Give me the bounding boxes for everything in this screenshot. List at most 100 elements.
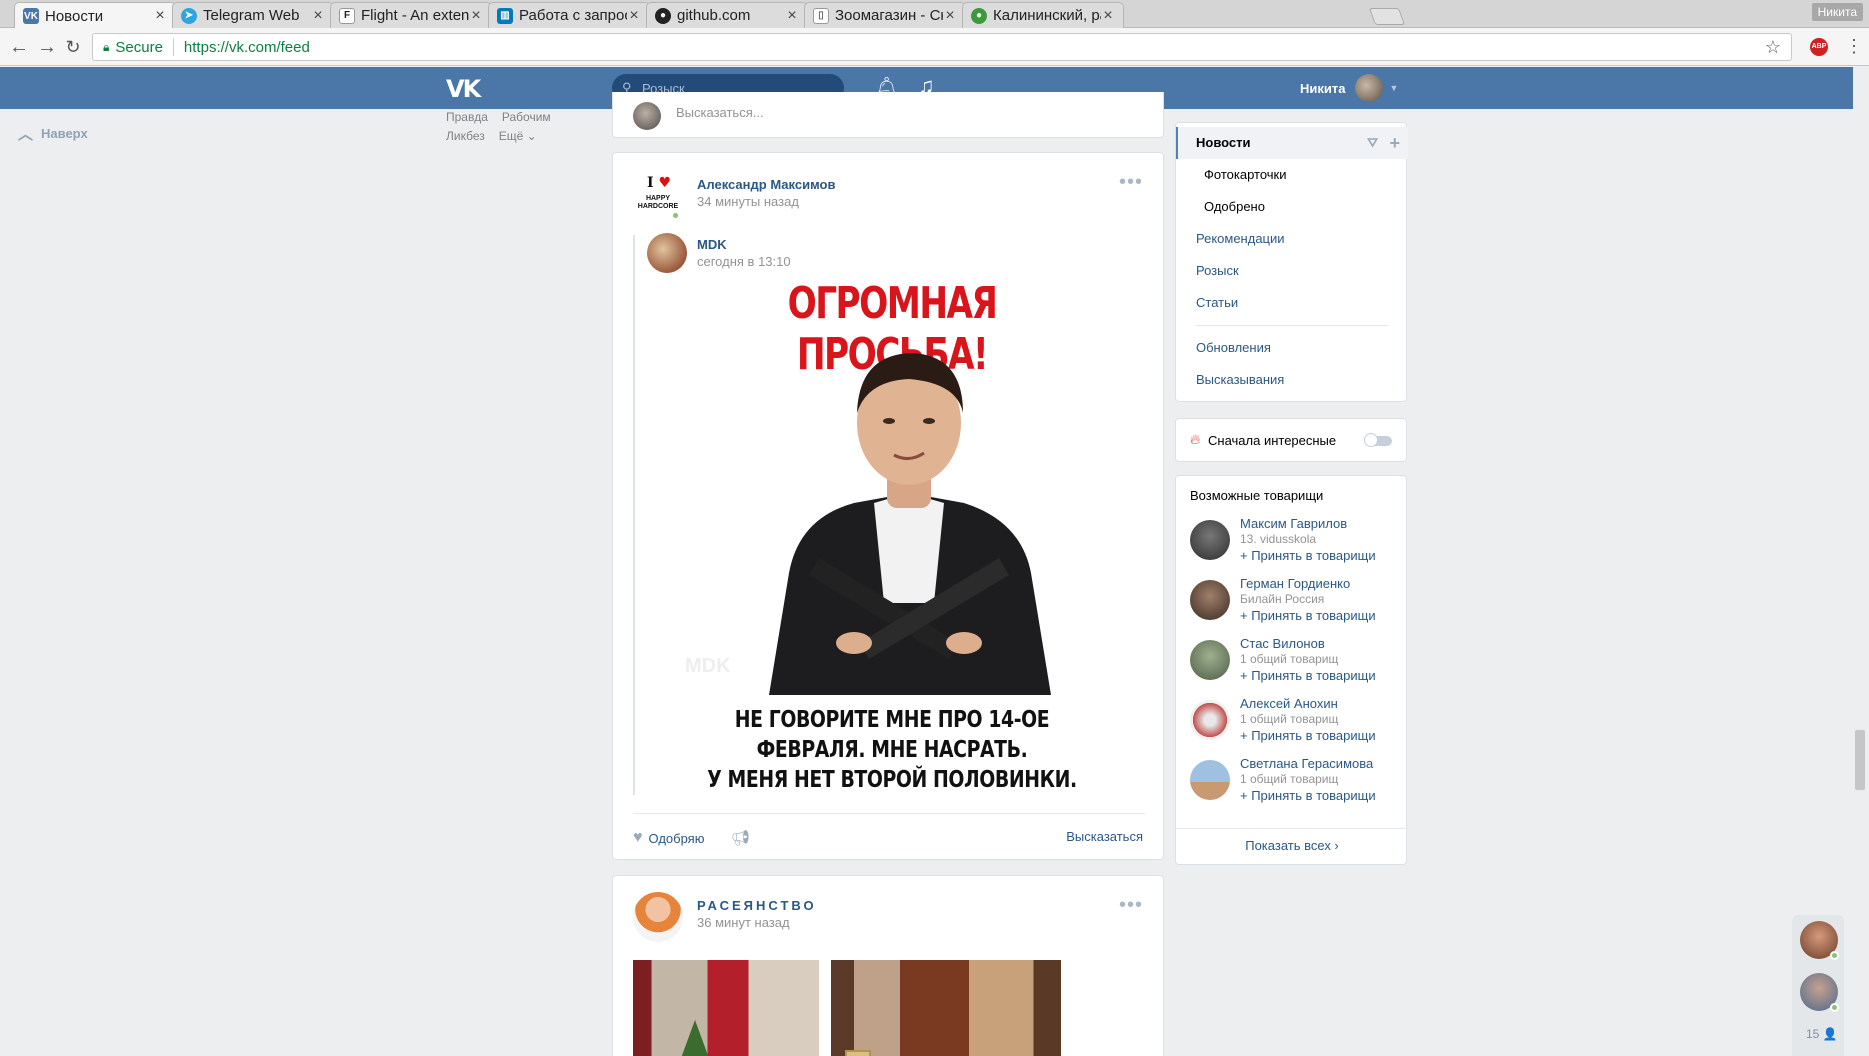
post-time[interactable]: 36 минут назад: [697, 915, 790, 930]
friend-subtitle: 1 общий товарищ: [1240, 772, 1339, 786]
close-icon[interactable]: ×: [943, 7, 957, 25]
close-icon[interactable]: ×: [627, 7, 641, 25]
user-menu[interactable]: Никита ▼: [1300, 67, 1398, 109]
tab-zoomagazin[interactable]: ▯ Зоомагазин - Склад ×: [804, 2, 966, 28]
post-photo[interactable]: [831, 960, 1061, 1056]
post-photo[interactable]: [633, 960, 819, 1056]
comment-input[interactable]: Высказаться...: [676, 105, 764, 120]
friend-suggestion: Герман Гордиенко Билайн Россия + Принять…: [1190, 576, 1400, 632]
friend-name[interactable]: Стас Вилонов: [1240, 636, 1325, 651]
scrollbar-thumb[interactable]: [1855, 730, 1865, 790]
add-friend-button[interactable]: + Принять в товарищи: [1240, 608, 1376, 623]
repost-time[interactable]: сегодня в 13:10: [697, 254, 791, 269]
avatar: [633, 102, 661, 130]
image-caption-line: У МЕНЯ НЕТ ВТОРОЙ ПОЛОВИНКИ.: [707, 767, 1077, 793]
avatar[interactable]: [1190, 640, 1230, 680]
online-indicator: [671, 211, 680, 220]
omnibox[interactable]: 🔒︎ Secure https://vk.com/feed ☆: [92, 33, 1792, 61]
toggle-knob: [1364, 433, 1378, 447]
menu-item-updates[interactable]: Обновления: [1176, 332, 1408, 364]
friend-subtitle: 13. vidusskola: [1240, 532, 1317, 546]
back-icon[interactable]: ←: [8, 36, 30, 58]
comment-button[interactable]: Высказаться: [1066, 829, 1143, 844]
chat-rail: 15 👤: [1792, 915, 1844, 1056]
plus-icon[interactable]: +: [1389, 127, 1400, 159]
close-icon[interactable]: ×: [153, 7, 167, 25]
avatar[interactable]: [1190, 520, 1230, 560]
vk-logo-icon[interactable]: VK: [446, 75, 481, 103]
close-icon[interactable]: ×: [785, 7, 799, 25]
avatar[interactable]: [1190, 760, 1230, 800]
reload-icon[interactable]: ↻: [62, 36, 84, 58]
scroll-to-top-button[interactable]: ︿ Наверх: [18, 123, 88, 144]
friend-name[interactable]: Светлана Герасимова: [1240, 756, 1373, 771]
add-friend-button[interactable]: + Принять в товарищи: [1240, 668, 1376, 683]
footer-link[interactable]: Рабочим: [502, 110, 551, 124]
friend-subtitle: Билайн Россия: [1240, 592, 1325, 606]
url-text[interactable]: https://vk.com/feed: [184, 39, 310, 56]
menu-item-liked[interactable]: Одобрено: [1176, 191, 1408, 223]
post-author[interactable]: РАСЕЯНСТВО: [697, 898, 817, 913]
image-watermark: MDK: [685, 655, 731, 677]
tab-title: Калининский, район: [993, 7, 1101, 24]
avatar[interactable]: [647, 233, 687, 273]
tab-telegram[interactable]: ➤ Telegram Web ×: [172, 2, 334, 28]
tab-title: Зоомагазин - Склад: [835, 7, 943, 24]
kebab-menu-icon[interactable]: ⋮: [1845, 36, 1863, 57]
new-tab-button[interactable]: [1368, 8, 1406, 25]
scrollbar[interactable]: [1853, 67, 1869, 1056]
avatar[interactable]: [633, 892, 683, 942]
like-button[interactable]: ♥ Одобряю: [633, 829, 704, 847]
friend-name[interactable]: Герман Гордиенко: [1240, 576, 1350, 591]
tab-flight[interactable]: F Flight - An extensible ×: [330, 2, 492, 28]
post-image[interactable]: ОГРОМНАЯ ПРОСЬБА! MDK НЕ ГОВОРИТЕ МНЕ ПР…: [649, 273, 1135, 793]
post-time[interactable]: 34 минуты назад: [697, 194, 799, 209]
chat-count[interactable]: 15 👤: [1806, 1027, 1838, 1041]
close-icon[interactable]: ×: [1101, 7, 1115, 25]
menu-item-photos[interactable]: Фотокарточки: [1176, 159, 1408, 191]
close-icon[interactable]: ×: [469, 7, 483, 25]
avatar[interactable]: [1190, 580, 1230, 620]
tab-github[interactable]: ● github.com ×: [646, 2, 808, 28]
more-icon[interactable]: •••: [1119, 894, 1143, 917]
more-icon[interactable]: •••: [1119, 171, 1143, 194]
browser-profile-button[interactable]: Никита: [1811, 3, 1863, 21]
footer-link[interactable]: Ликбез: [446, 129, 485, 143]
menu-item-recommendations[interactable]: Рекомендации: [1176, 223, 1408, 255]
post-author[interactable]: Александр Максимов: [697, 177, 835, 192]
online-indicator: [1830, 951, 1839, 960]
menu-item-search[interactable]: Розыск: [1176, 255, 1408, 287]
menu-item-news[interactable]: Новости ⛛ +: [1176, 127, 1408, 159]
show-all-button[interactable]: Показать всех ›: [1176, 838, 1408, 853]
tab-kalininsky[interactable]: ● Калининский, район ×: [962, 2, 1124, 28]
chevron-down-icon: ▼: [1389, 83, 1399, 93]
friends-header: Возможные товарищи: [1190, 488, 1324, 503]
menu-item-comments[interactable]: Высказывания: [1176, 364, 1408, 396]
avatar[interactable]: [1190, 700, 1230, 740]
interesting-first-toggle[interactable]: 🔥︎ Сначала интересные: [1175, 418, 1407, 462]
repost-author[interactable]: MDK: [697, 237, 727, 252]
tab-novosti[interactable]: VK Новости ×: [14, 2, 176, 29]
map-icon: ●: [971, 7, 987, 24]
footer-link[interactable]: Правда: [446, 110, 488, 124]
add-friend-button[interactable]: + Принять в товарищи: [1240, 788, 1376, 803]
add-friend-button[interactable]: + Принять в товарищи: [1240, 728, 1376, 743]
close-icon[interactable]: ×: [311, 7, 325, 25]
christmas-tree-shape: [673, 1020, 717, 1056]
friend-name[interactable]: Алексей Анохин: [1240, 696, 1338, 711]
toggle-switch[interactable]: [1364, 433, 1392, 447]
tab-trello[interactable]: ▥ Работа с запросами ×: [488, 2, 650, 28]
forward-icon[interactable]: →: [36, 36, 58, 58]
bookmark-star-icon[interactable]: ☆: [1765, 37, 1781, 58]
footer-link[interactable]: Ещё ⌄: [499, 129, 537, 143]
filter-icon[interactable]: ⛛: [1367, 127, 1378, 159]
lock-icon: 🔒︎: [103, 39, 110, 54]
adblock-icon[interactable]: ABP: [1810, 38, 1828, 56]
add-friend-button[interactable]: + Принять в товарищи: [1240, 548, 1376, 563]
tab-title: github.com: [677, 7, 751, 24]
menu-item-articles[interactable]: Статьи: [1176, 287, 1408, 319]
share-megaphone-icon[interactable]: 📢︎: [731, 829, 750, 847]
avatar: [1355, 74, 1384, 102]
friend-subtitle: 1 общий товарищ: [1240, 712, 1339, 726]
friend-name[interactable]: Максим Гаврилов: [1240, 516, 1347, 531]
